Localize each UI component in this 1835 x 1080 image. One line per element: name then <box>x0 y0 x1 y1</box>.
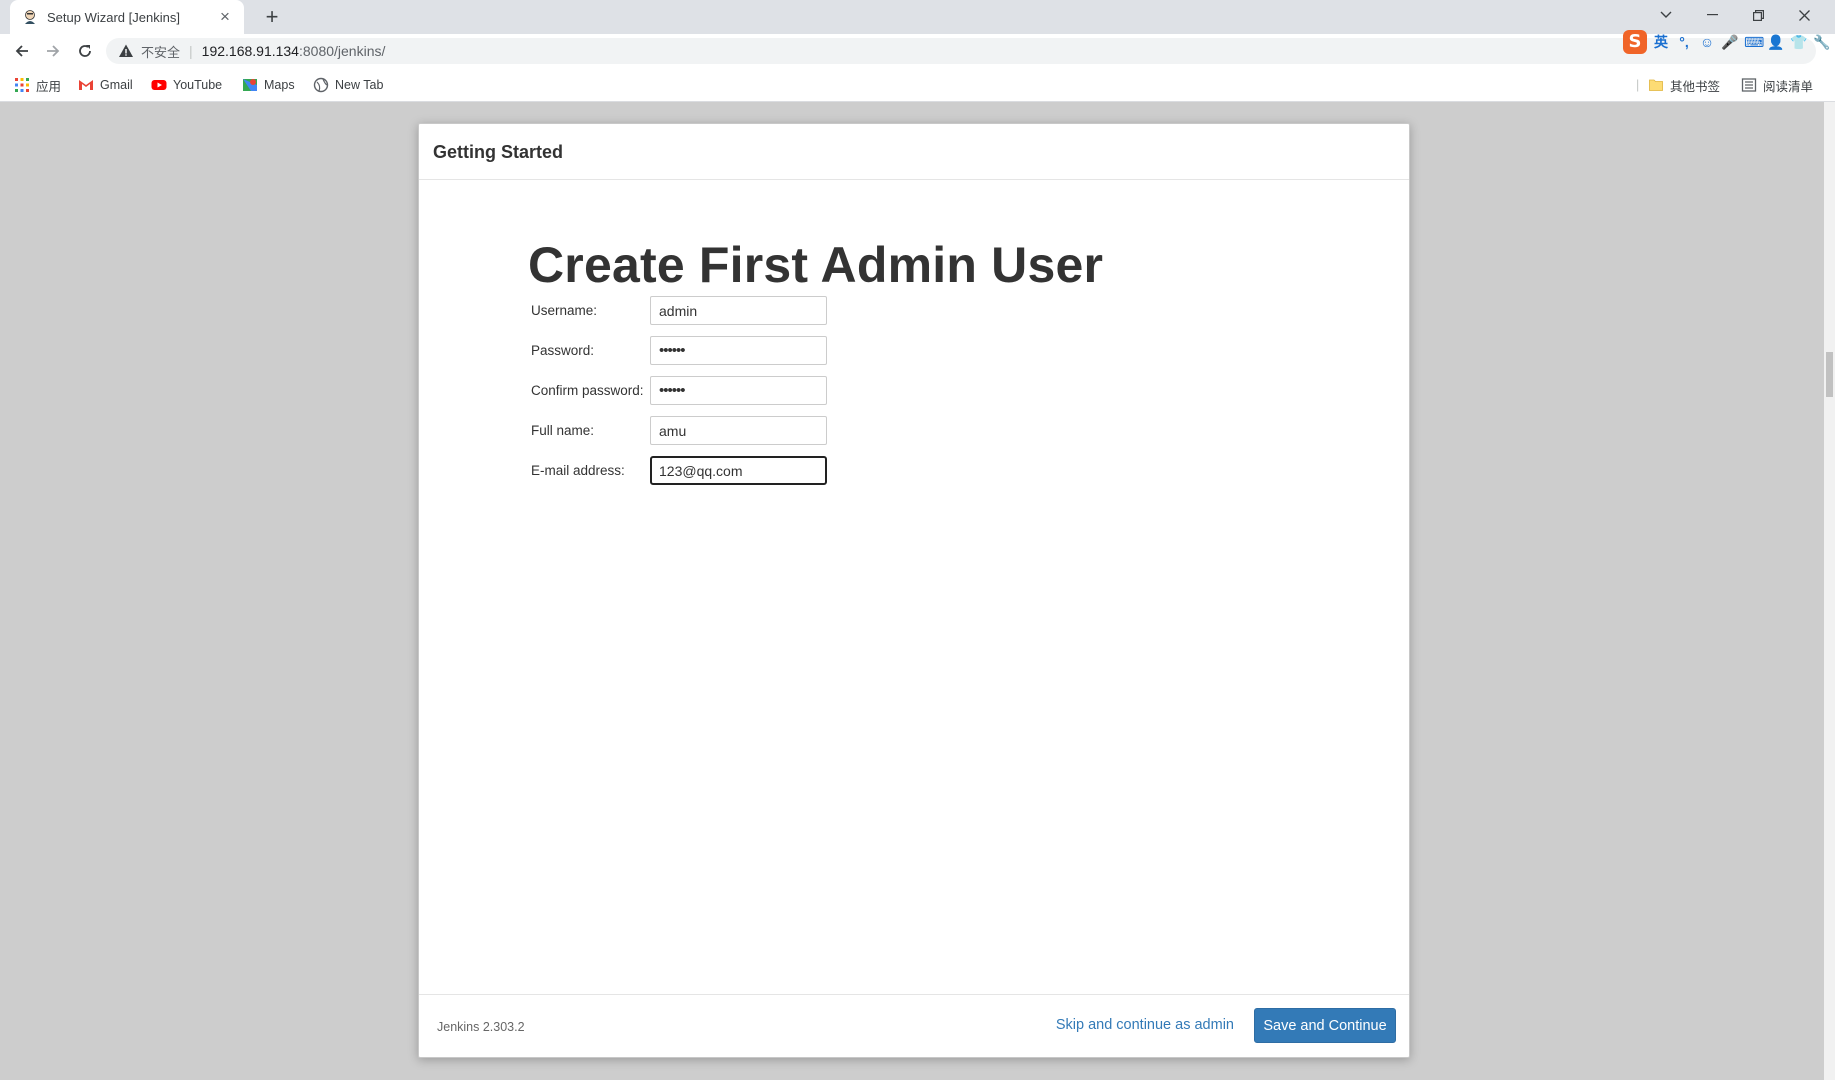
bookmarks-bar: 应用 Gmail YouTube Maps New Tab | 其他书签 阅读清… <box>0 68 1835 102</box>
jenkins-favicon-icon <box>25 10 35 24</box>
bookmark-newtab[interactable]: New Tab <box>313 76 383 94</box>
password-input[interactable] <box>650 336 827 365</box>
gmail-icon <box>79 80 93 90</box>
username-input[interactable] <box>650 296 827 325</box>
ime-punctuation-icon[interactable]: °, <box>1675 34 1693 50</box>
omnibox-divider: | <box>189 43 193 59</box>
reading-list[interactable]: 阅读清单 <box>1741 76 1813 94</box>
folder-icon <box>1649 79 1663 91</box>
jenkins-version: Jenkins 2.303.2 <box>437 1020 525 1034</box>
ime-microphone-icon[interactable]: 🎤 <box>1721 34 1739 51</box>
email-label: E-mail address: <box>531 463 625 478</box>
bookmark-apps-label: 应用 <box>36 79 62 94</box>
password-label: Password: <box>531 343 595 358</box>
setup-wizard-dialog: Getting Started Create First Admin User … <box>418 123 1410 1058</box>
dialog-title: Getting Started <box>433 142 564 162</box>
forward-button[interactable] <box>40 38 66 64</box>
bookmark-youtube[interactable]: YouTube <box>151 76 222 94</box>
bookmark-maps-label: Maps <box>264 78 295 92</box>
page-scrollbar[interactable] <box>1824 102 1835 1080</box>
email-input[interactable] <box>650 456 827 485</box>
reading-list-label: 阅读清单 <box>1763 79 1814 94</box>
browser-toolbar: 不安全 | 192.168.91.134 :8080/jenkins/ <box>0 34 1835 68</box>
insecure-label: 不安全 <box>141 44 181 60</box>
bookmark-gmail[interactable]: Gmail <box>78 76 133 94</box>
tab-setup-wizard[interactable]: Setup Wizard [Jenkins] × <box>10 0 244 34</box>
bookmark-youtube-label: YouTube <box>173 78 223 92</box>
tab-search-icon[interactable] <box>1643 0 1689 30</box>
username-label: Username: <box>531 303 598 318</box>
new-tab-button[interactable]: + <box>258 3 286 31</box>
bookmark-other-label: 其他书签 <box>1670 79 1721 94</box>
ime-user-icon[interactable]: 👤 <box>1767 34 1785 51</box>
ime-tools-icon[interactable]: 🔧 <box>1813 34 1831 51</box>
ime-language-toggle[interactable]: 英 <box>1652 32 1670 52</box>
save-and-continue-button[interactable]: Save and Continue <box>1254 1008 1396 1043</box>
apps-grid-icon <box>15 78 29 92</box>
ime-keyboard-icon[interactable]: ⌨ <box>1744 34 1764 51</box>
warning-icon[interactable] <box>118 43 134 59</box>
tab-title: Setup Wizard [Jenkins] <box>47 9 180 25</box>
sogou-logo-icon[interactable]: S <box>1623 30 1647 54</box>
bookmark-newtab-label: New Tab <box>335 78 384 92</box>
bookmarks-divider: | <box>1636 78 1640 92</box>
address-bar[interactable]: 不安全 | 192.168.91.134 :8080/jenkins/ <box>106 38 1816 64</box>
confirm-password-label: Confirm password: <box>531 383 644 398</box>
reload-button[interactable] <box>72 38 98 64</box>
maps-icon <box>243 79 257 91</box>
bookmark-other[interactable]: 其他书签 <box>1648 76 1720 94</box>
tab-strip: Setup Wizard [Jenkins] × + <box>0 0 1835 34</box>
bookmark-apps[interactable]: 应用 <box>14 76 61 94</box>
skip-and-continue-link[interactable]: Skip and continue as admin <box>1056 1017 1234 1033</box>
tab-close-icon[interactable]: × <box>216 8 234 25</box>
youtube-icon <box>151 80 167 90</box>
globe-icon <box>313 77 329 93</box>
close-window-button[interactable] <box>1781 0 1827 30</box>
minimize-button[interactable] <box>1689 0 1735 30</box>
dialog-footer: Jenkins 2.303.2 Skip and continue as adm… <box>419 994 1409 1057</box>
bookmark-maps[interactable]: Maps <box>242 76 295 94</box>
full-name-label: Full name: <box>531 423 595 438</box>
ime-emoji-icon[interactable]: ☺ <box>1698 34 1716 50</box>
url-path: :8080/jenkins/ <box>298 43 386 59</box>
restore-button[interactable] <box>1735 0 1781 30</box>
reading-list-icon <box>1741 78 1757 92</box>
confirm-password-input[interactable] <box>650 376 827 405</box>
page-heading: Create First Admin User <box>528 237 1104 293</box>
back-button[interactable] <box>9 38 35 64</box>
ime-toolbar: S 英 °, ☺ 🎤 ⌨ 👤 👕 🔧 <box>1620 28 1835 56</box>
ime-skin-icon[interactable]: 👕 <box>1790 34 1808 51</box>
scrollbar-thumb[interactable] <box>1826 352 1833 397</box>
url-host: 192.168.91.134 <box>201 43 299 59</box>
bookmark-gmail-label: Gmail <box>100 78 133 92</box>
dialog-header: Getting Started <box>419 124 1409 180</box>
full-name-input[interactable] <box>650 416 827 445</box>
